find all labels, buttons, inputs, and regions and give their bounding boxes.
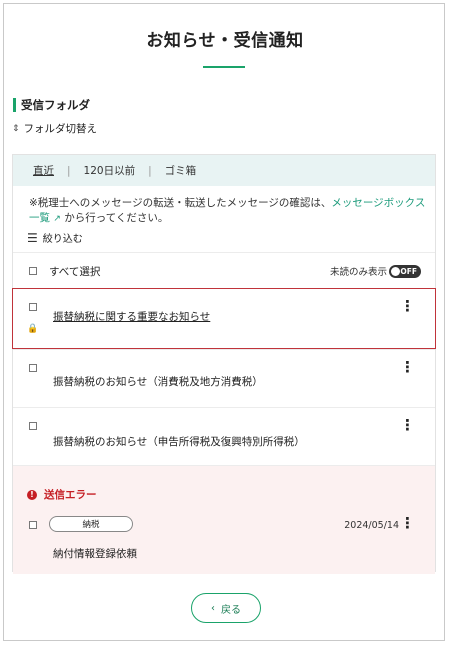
- message-subject[interactable]: 納付情報登録依頼: [53, 546, 137, 561]
- chevron-left-icon: ‹: [211, 602, 215, 614]
- message-subject[interactable]: 振替納税に関する重要なお知らせ: [53, 309, 210, 324]
- alert-icon: !: [27, 489, 37, 500]
- send-error-label: 送信エラー: [44, 489, 97, 501]
- page-frame: お知らせ・受信通知 受信フォルダ ⇕ フォルダ切替え 直近 | 120日以前 |…: [3, 3, 445, 641]
- title-underline: [203, 66, 245, 68]
- message-date: 2024/05/14: [344, 520, 399, 531]
- message-subject[interactable]: 振替納税のお知らせ（申告所得税及復興特別所得税）: [53, 434, 305, 449]
- message-checkbox[interactable]: [29, 364, 37, 372]
- page-title: お知らせ・受信通知: [146, 31, 304, 51]
- folder-switch-link[interactable]: ⇕ フォルダ切替え: [12, 121, 97, 136]
- notice-text-before: ※税理士へのメッセージの転送・転送したメッセージの確認は、: [29, 197, 332, 209]
- sliders-icon: ☰: [27, 230, 38, 245]
- message-row[interactable]: 振替納税のお知らせ（申告所得税及復興特別所得税） ⋮: [13, 407, 435, 465]
- message-subject[interactable]: 振替納税のお知らせ（消費税及地方消費税）: [53, 374, 263, 389]
- folder-heading: 受信フォルダ: [13, 98, 90, 112]
- unread-only-toggle[interactable]: OFF: [389, 264, 421, 278]
- folder-switch-label: フォルダ切替え: [23, 123, 98, 135]
- message-checkbox[interactable]: [29, 521, 37, 529]
- select-all-checkbox[interactable]: [29, 267, 37, 275]
- error-message-card[interactable]: ! 送信エラー 納税 2024/05/14 ⋮ 納付情報登録依頼: [13, 465, 435, 574]
- select-all-label: すべて選択: [49, 265, 101, 278]
- back-button-label: 戻る: [221, 604, 241, 616]
- category-tag: 納税: [49, 516, 133, 532]
- unread-only-label: 未読のみ表示: [329, 267, 387, 278]
- tab-recent[interactable]: 直近: [33, 163, 54, 178]
- lock-icon: 🔒: [27, 324, 39, 334]
- select-all-row: すべて選択 未読のみ表示 OFF: [13, 252, 435, 289]
- toggle-knob: [391, 266, 400, 276]
- more-options-icon[interactable]: ⋮: [400, 299, 415, 314]
- more-options-icon[interactable]: ⋮: [400, 418, 415, 433]
- message-row[interactable]: 振替納税のお知らせ（消費税及地方消費税） ⋮: [13, 349, 435, 407]
- tab-older-120-days[interactable]: 120日以前: [84, 163, 136, 178]
- more-options-icon[interactable]: ⋮: [400, 360, 415, 375]
- message-checkbox[interactable]: [29, 303, 37, 311]
- message-checkbox[interactable]: [29, 422, 37, 430]
- external-link-icon: ↗: [53, 214, 61, 224]
- updown-icon: ⇕: [12, 123, 20, 134]
- tab-divider: |: [67, 164, 71, 177]
- message-row[interactable]: 🔒 振替納税に関する重要なお知らせ ⋮: [12, 288, 436, 349]
- filter-button[interactable]: ☰ 絞り込む: [27, 230, 83, 246]
- tab-bar: 直近 | 120日以前 | ゴミ箱: [13, 155, 435, 186]
- notice-text-after: から行ってください。: [60, 212, 169, 224]
- more-options-icon[interactable]: ⋮: [400, 516, 415, 531]
- send-error-status: ! 送信エラー: [27, 487, 97, 502]
- tab-divider: |: [148, 164, 152, 177]
- back-button[interactable]: ‹ 戻る: [191, 593, 261, 623]
- forwarding-notice: ※税理士へのメッセージの転送・転送したメッセージの確認は、メッセージボックス一覧…: [29, 196, 429, 227]
- filter-label: 絞り込む: [42, 234, 83, 245]
- toggle-state-label: OFF: [400, 266, 417, 276]
- tab-trash[interactable]: ゴミ箱: [165, 163, 197, 178]
- message-panel: 直近 | 120日以前 | ゴミ箱 ※税理士へのメッセージの転送・転送したメッセ…: [12, 154, 436, 574]
